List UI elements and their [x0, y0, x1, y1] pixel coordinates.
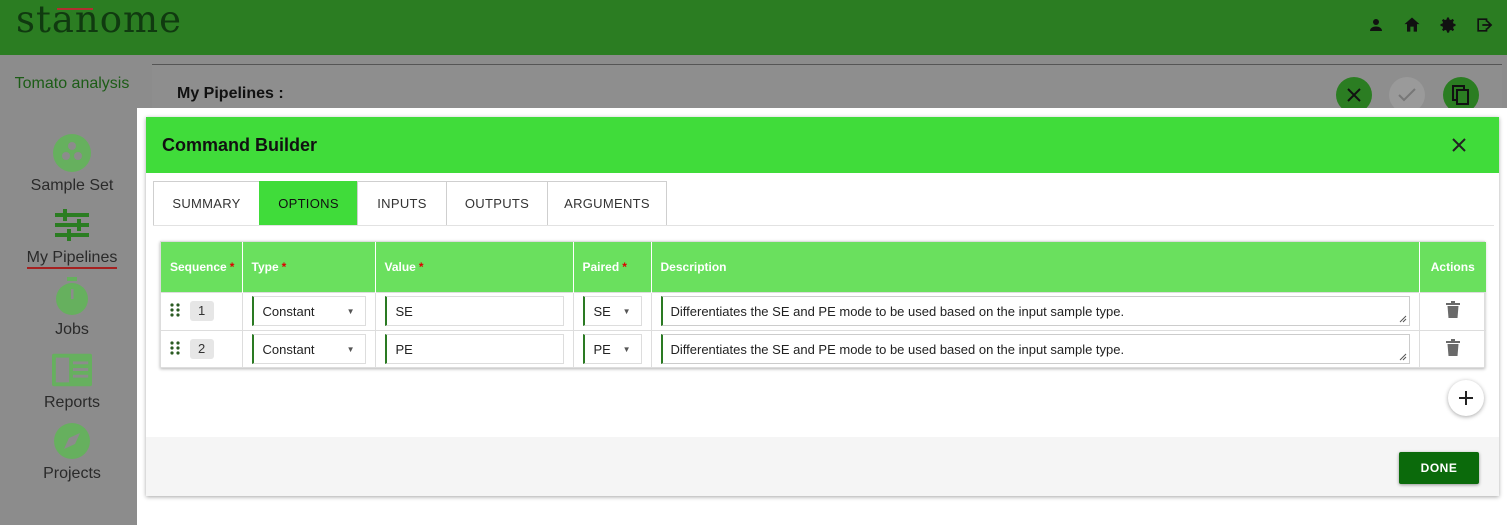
- drag-handle-icon[interactable]: [170, 341, 180, 358]
- report-icon: [52, 350, 92, 390]
- caret-down-icon: ▼: [346, 306, 355, 316]
- options-table: Sequence * Type * Value * Paired * Descripti…: [160, 241, 1486, 368]
- close-dialog-button[interactable]: [1449, 135, 1469, 155]
- caret-down-icon: ▼: [622, 306, 631, 316]
- page-title: My Pipelines :: [177, 85, 284, 102]
- trash-icon: [1445, 339, 1460, 357]
- gear-icon[interactable]: [1437, 14, 1459, 36]
- value-input[interactable]: PE: [384, 334, 564, 365]
- done-button[interactable]: DONE: [1399, 452, 1479, 484]
- sequence-badge: 1: [189, 301, 214, 321]
- resize-handle-icon[interactable]: [1399, 353, 1407, 361]
- dialog-title: Command Builder: [162, 135, 318, 155]
- sidebar-item-jobs[interactable]: Jobs: [0, 277, 144, 339]
- sidebar-item-label: Sample Set: [30, 177, 114, 194]
- column-header-value[interactable]: Value *: [375, 242, 574, 292]
- tab-divider: [153, 225, 1494, 226]
- required-mark: *: [622, 259, 627, 274]
- column-header-description[interactable]: Description: [651, 242, 1420, 292]
- command-builder-dialog: Command Builder SUMMARY OPTIONS INPUTS O…: [146, 117, 1499, 496]
- sidebar-item-my-pipelines[interactable]: My Pipelines: [0, 205, 144, 269]
- required-mark: *: [418, 259, 424, 274]
- stopwatch-icon: [52, 277, 92, 317]
- type-select[interactable]: Constant ▼: [251, 296, 366, 326]
- drag-handle-icon[interactable]: [170, 302, 180, 320]
- sidebar-item-sample-set[interactable]: Sample Set: [0, 133, 144, 195]
- tab-summary[interactable]: SUMMARY: [153, 181, 260, 225]
- sidebar-item-label: Projects: [43, 465, 101, 482]
- copy-icon: [1452, 85, 1469, 105]
- description-textarea[interactable]: Differentiates the SE and PE mode to be …: [660, 334, 1410, 365]
- close-icon: [1347, 88, 1361, 102]
- close-icon: [1452, 138, 1466, 152]
- sidebar-item-label: My Pipelines: [26, 249, 118, 269]
- check-icon: [1398, 88, 1416, 102]
- tab-outputs[interactable]: OUTPUTS: [446, 181, 548, 225]
- required-mark: *: [281, 259, 287, 274]
- column-header-actions: Actions: [1419, 242, 1486, 292]
- tab-inputs[interactable]: INPUTS: [357, 181, 447, 225]
- caret-down-icon: ▼: [622, 344, 631, 354]
- dialog-header: Command Builder: [146, 117, 1499, 173]
- app-logo[interactable]: stanome: [16, 0, 182, 41]
- header-actions: [1365, 14, 1495, 36]
- sequence-badge: 2: [189, 339, 214, 360]
- sidebar: Tomato analysis Sample Set My Pipelines …: [0, 55, 144, 525]
- top-bar: stanome: [0, 0, 1507, 55]
- description-textarea[interactable]: Differentiates the SE and PE mode to be …: [660, 296, 1410, 326]
- paired-select[interactable]: PE ▼: [582, 334, 642, 365]
- compass-icon: [52, 421, 92, 461]
- sample-set-icon: [52, 133, 92, 173]
- tab-arguments[interactable]: ARGUMENTS: [547, 181, 667, 225]
- dialog-footer: DONE: [146, 437, 1499, 496]
- column-header-type[interactable]: Type *: [242, 242, 376, 292]
- sliders-icon: [52, 205, 92, 245]
- project-name[interactable]: Tomato analysis: [0, 75, 144, 93]
- caret-down-icon: ▼: [346, 344, 355, 354]
- paired-select[interactable]: SE ▼: [582, 296, 642, 326]
- value-input[interactable]: SE: [384, 296, 564, 326]
- tab-options[interactable]: OPTIONS: [259, 181, 358, 225]
- table-row: 2 Constant ▼ PE PE ▼ Differentiates the SE…: [161, 329, 1486, 368]
- delete-row-button[interactable]: [1445, 301, 1460, 321]
- column-header-sequence[interactable]: Sequence *: [161, 242, 243, 292]
- column-header-paired[interactable]: Paired *: [573, 242, 652, 292]
- logout-icon[interactable]: [1473, 14, 1495, 36]
- logo-accent: [57, 8, 93, 10]
- plus-icon: [1459, 391, 1473, 405]
- delete-row-button[interactable]: [1445, 339, 1460, 359]
- sidebar-item-label: Jobs: [55, 321, 89, 338]
- resize-handle-icon[interactable]: [1399, 315, 1407, 323]
- add-row-button[interactable]: [1448, 380, 1484, 416]
- person-icon[interactable]: [1365, 14, 1387, 36]
- table-header-row: Sequence * Type * Value * Paired * Descripti…: [161, 242, 1486, 292]
- table-row: 1 Constant ▼ SE SE ▼ Differentiates the SE…: [161, 291, 1486, 330]
- type-select[interactable]: Constant ▼: [251, 334, 366, 365]
- required-mark: *: [229, 259, 235, 274]
- sidebar-item-label: Reports: [43, 394, 101, 411]
- sidebar-item-reports[interactable]: Reports: [0, 350, 144, 412]
- sidebar-item-projects[interactable]: Projects: [0, 421, 144, 483]
- tab-bar: SUMMARY OPTIONS INPUTS OUTPUTS ARGUMENTS: [153, 181, 667, 225]
- home-icon[interactable]: [1401, 14, 1423, 36]
- trash-icon: [1445, 301, 1460, 318]
